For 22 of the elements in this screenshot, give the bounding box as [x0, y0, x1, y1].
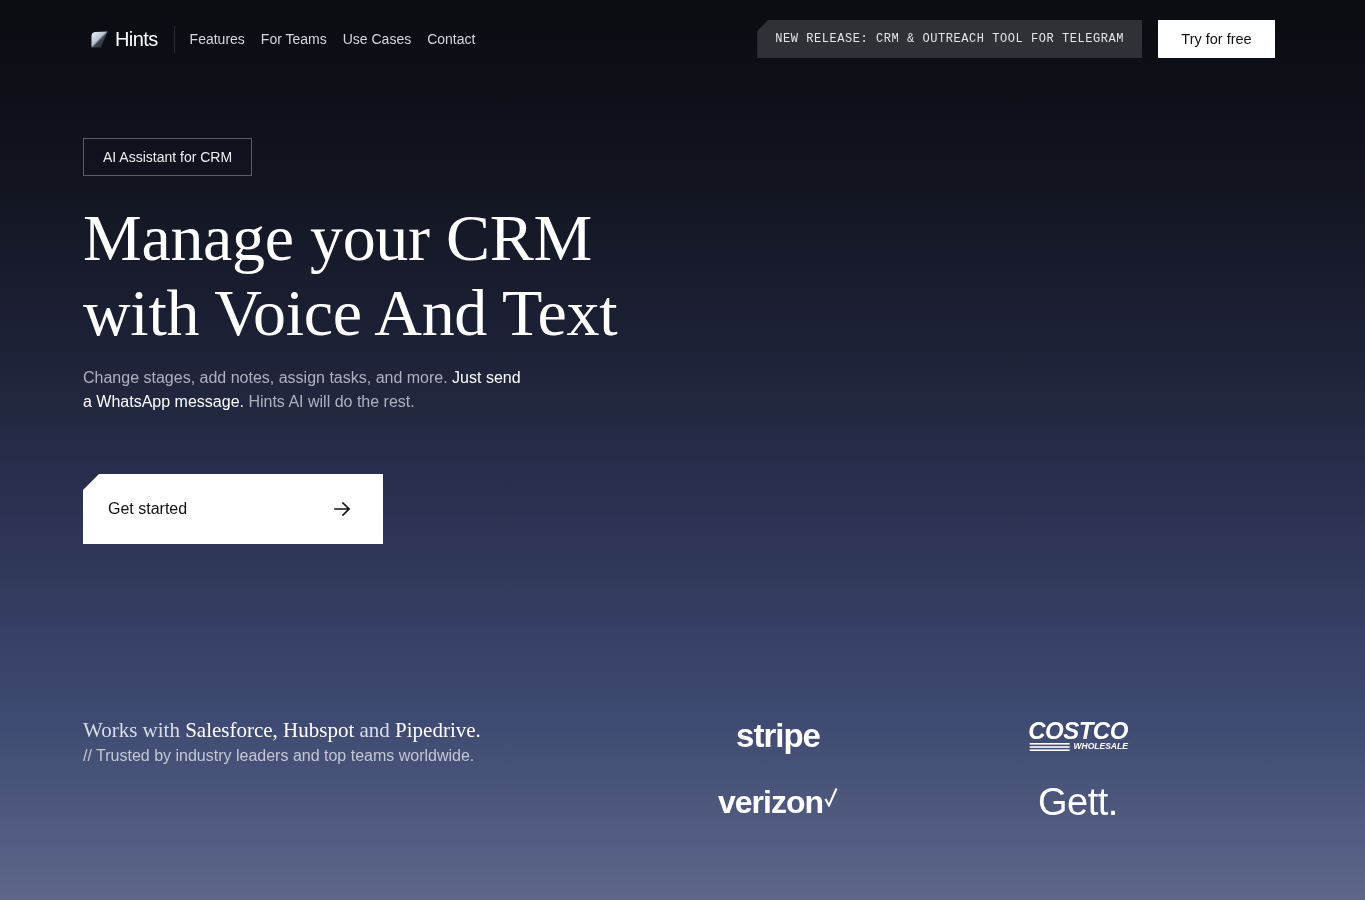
check-mark-icon	[824, 787, 838, 807]
partner-logo: Gett.	[1038, 781, 1118, 823]
logo-subtitle: WHOLESALE	[1073, 742, 1128, 751]
partner-logo: stripe	[736, 716, 820, 756]
nav-link[interactable]: Features	[189, 29, 245, 49]
announcement-banner[interactable]: NEW RELEASE: CRM & OUTREACH TOOL FOR TELEGRAM	[757, 20, 1142, 58]
stripe-lines-icon	[1028, 742, 1072, 751]
nav-link[interactable]: Contact	[427, 29, 476, 49]
partner-logo: verizon	[718, 784, 823, 820]
arrow-right-icon	[334, 502, 350, 516]
nav-link[interactable]: For Teams	[260, 29, 327, 49]
partner-logo: COSTCO	[1028, 721, 1128, 741]
get-started-button[interactable]: Get started	[83, 474, 383, 544]
integrations-heading: Works with Salesforce, Hubspot and Pipedrive.	[83, 717, 482, 744]
try-free-button[interactable]: Try for free	[1158, 20, 1275, 58]
brand-home-link[interactable]: Hints	[91, 27, 158, 51]
hero-heading: Manage your CRM with Voice And Text	[83, 200, 619, 350]
trusted-note: // Trusted by industry leaders and top teams worldwide.	[83, 746, 476, 766]
slanted-tile-icon	[91, 30, 108, 48]
tagline-badge: AI Assistant for CRM	[83, 138, 253, 176]
nav-link[interactable]: Use Cases	[342, 29, 412, 49]
hero-description: Change stages, add notes, assign tasks, and more. Just send a WhatsApp message. Hints AI will do the rest.	[83, 368, 522, 412]
